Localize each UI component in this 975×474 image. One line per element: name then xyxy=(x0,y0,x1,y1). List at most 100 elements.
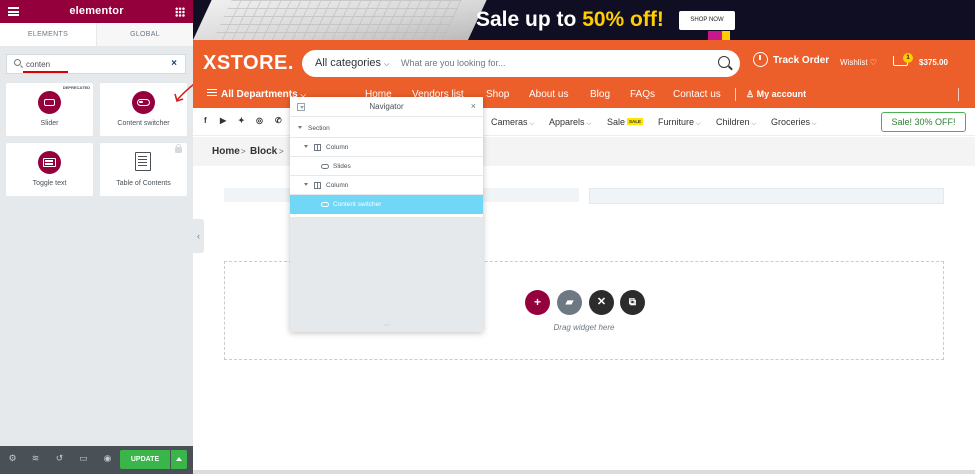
chevron-down-icon: ⌵ xyxy=(384,61,390,68)
panel-footer: ⚙ ≋ ↺ ▭ ◉ UPDATE xyxy=(0,446,193,474)
navigator-resize-handle[interactable]: ··· xyxy=(290,322,483,332)
toggle-text-icon xyxy=(38,151,61,174)
widgets-grid-icon[interactable] xyxy=(175,7,185,17)
widget-search-input[interactable]: conten × xyxy=(6,54,186,74)
shop-now-button[interactable]: SHOP NOW xyxy=(679,11,735,30)
youtube-icon[interactable]: ▶ xyxy=(220,116,226,125)
search-icon xyxy=(14,59,21,66)
chevron-down-icon: ⌵ xyxy=(696,121,701,127)
search-placeholder[interactable]: What are you looking for... xyxy=(401,58,506,68)
breadcrumb-separator: > xyxy=(279,147,284,156)
search-value: conten xyxy=(26,60,51,69)
preview-eye-icon[interactable]: ◉ xyxy=(103,454,112,463)
navigator-item-section[interactable]: Section xyxy=(290,119,483,138)
heart-icon: ♡ xyxy=(869,58,877,67)
keyboard-texture xyxy=(213,0,462,40)
twitter-icon[interactable]: ✦ xyxy=(238,116,245,125)
caret-down-icon xyxy=(298,126,302,129)
elementor-logo: elementor xyxy=(69,5,124,17)
tab-global[interactable]: GLOBAL xyxy=(96,23,193,46)
spellcheck-underline xyxy=(23,71,68,73)
column-icon xyxy=(314,144,321,151)
navigator-title: Navigator xyxy=(369,102,404,111)
whatsapp-icon[interactable]: ✆ xyxy=(275,116,282,125)
tab-elements[interactable]: ELEMENTS xyxy=(0,23,96,46)
panel-collapse-toggle[interactable]: ‹ xyxy=(193,219,204,253)
widget-label: Content switcher xyxy=(117,120,170,127)
elementor-panel: elementor ELEMENTS GLOBAL conten × DEPRE… xyxy=(0,0,193,474)
breadcrumb-separator: > xyxy=(241,147,246,156)
column-placeholder-right[interactable] xyxy=(589,188,944,204)
my-account-link[interactable]: ♙ My account xyxy=(746,89,806,100)
navigator-panel: Navigator × Section Column Slides Column… xyxy=(290,97,483,332)
toggle-switch-icon xyxy=(132,91,155,114)
chevron-down-icon: ⌵ xyxy=(812,121,817,127)
navigator-header[interactable]: Navigator × xyxy=(290,97,483,117)
clear-search-icon[interactable]: × xyxy=(171,58,177,69)
navigator-item-slides[interactable]: Slides xyxy=(290,157,483,176)
navigator-item-content-switcher[interactable]: Content switcher xyxy=(290,195,483,214)
nav-about-us[interactable]: About us xyxy=(529,89,568,100)
chevron-down-icon: ⌵ xyxy=(751,121,757,127)
chevron-down-icon: ⌵ xyxy=(529,121,535,127)
nav-faqs[interactable]: FAQs xyxy=(630,89,655,100)
caret-down-icon xyxy=(304,145,308,148)
gift-box-image-2 xyxy=(722,31,730,40)
slides-widget-icon xyxy=(321,164,329,169)
site-logo[interactable]: XSTORE. xyxy=(203,52,294,75)
cart-total: $375.00 xyxy=(919,58,948,67)
panel-tabs: ELEMENTS GLOBAL xyxy=(0,23,193,46)
instagram-icon[interactable]: ◎ xyxy=(256,116,263,125)
responsive-mode-icon[interactable]: ▭ xyxy=(79,454,88,463)
slider-icon xyxy=(38,91,61,114)
clock-icon xyxy=(753,52,768,67)
category-apparels[interactable]: Apparels ⌵ xyxy=(549,117,591,128)
navigator-item-column[interactable]: Column xyxy=(290,138,483,157)
divider xyxy=(735,88,736,101)
widget-toggle-text[interactable]: Toggle text xyxy=(6,143,93,196)
facebook-icon[interactable]: f xyxy=(204,116,207,125)
sale-30-button[interactable]: Sale! 30% OFF! xyxy=(881,112,966,132)
nav-blog[interactable]: Blog xyxy=(590,89,610,100)
category-sale[interactable]: Sale SALE xyxy=(607,117,644,127)
promo-headline: Sale up to 50% off! xyxy=(476,8,664,31)
deprecated-badge: DEPRECATED xyxy=(62,85,90,90)
update-button[interactable]: UPDATE xyxy=(120,450,170,469)
product-search-bar[interactable]: All categories ⌵ What are you looking fo… xyxy=(302,50,740,77)
search-icon[interactable] xyxy=(718,56,730,68)
category-children[interactable]: Children ⌵ xyxy=(716,117,756,128)
column-icon xyxy=(314,182,321,189)
history-icon[interactable]: ↺ xyxy=(55,454,64,463)
divider xyxy=(958,88,959,101)
category-groceries[interactable]: Groceries ⌵ xyxy=(771,117,817,128)
widget-label: Toggle text xyxy=(32,180,67,187)
nav-contact-us[interactable]: Contact us xyxy=(673,89,721,100)
app-window: elementor ELEMENTS GLOBAL conten × DEPRE… xyxy=(0,0,975,474)
nav-shop[interactable]: Shop xyxy=(486,89,509,100)
category-select[interactable]: All categories ⌵ xyxy=(315,57,389,69)
template-folder-icon[interactable]: ▰ xyxy=(557,290,582,315)
widget-table-of-contents[interactable]: Table of Contents xyxy=(100,143,187,196)
category-cameras[interactable]: Cameras ⌵ xyxy=(491,117,534,128)
horizontal-scrollbar[interactable] xyxy=(193,470,975,474)
cart-count-badge: 1 xyxy=(903,53,913,63)
settings-icon[interactable]: ⚙ xyxy=(8,454,17,463)
navigator-item-column[interactable]: Column xyxy=(290,176,483,195)
breadcrumb-block[interactable]: Block xyxy=(250,146,277,157)
wishlist-link[interactable]: Wishlist ♡ xyxy=(840,58,877,67)
promo-banner[interactable]: Sale up to 50% off! SHOP NOW xyxy=(193,0,975,40)
caret-down-icon xyxy=(304,183,308,186)
breadcrumb-home[interactable]: Home xyxy=(212,146,240,157)
copy-template-icon[interactable]: ⧉ xyxy=(620,290,645,315)
update-options-caret-icon[interactable] xyxy=(171,450,187,469)
category-furniture[interactable]: Furniture ⌵ xyxy=(658,117,701,128)
add-section-plus-icon[interactable]: + xyxy=(525,290,550,315)
layers-icon[interactable]: ≋ xyxy=(31,454,40,463)
close-icon[interactable]: × xyxy=(471,101,476,111)
menu-icon xyxy=(207,89,217,96)
widget-slider[interactable]: DEPRECATED Slider xyxy=(6,83,93,136)
widget-label: Table of Contents xyxy=(116,180,171,187)
xstore-x-icon[interactable]: ✕ xyxy=(589,290,614,315)
content-switcher-widget-icon xyxy=(321,202,329,207)
lock-icon xyxy=(175,144,182,153)
